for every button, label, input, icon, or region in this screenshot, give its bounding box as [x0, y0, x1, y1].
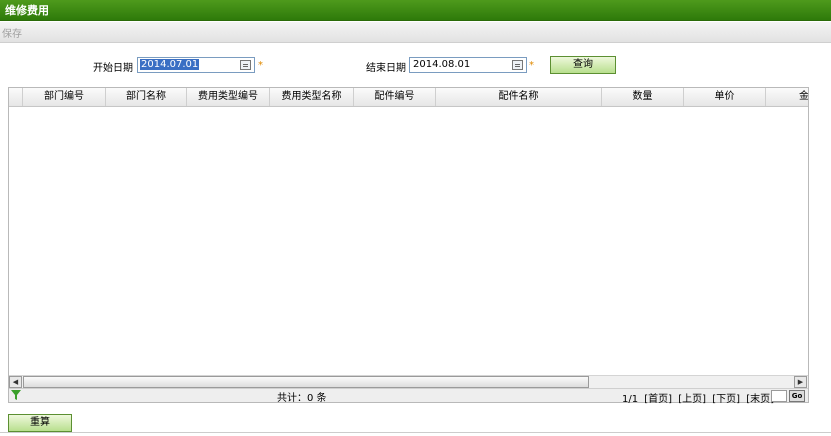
bottom-divider [0, 432, 831, 433]
filter-icon[interactable] [11, 390, 21, 400]
calendar-icon[interactable] [240, 60, 251, 70]
start-date-label: 开始日期 [93, 63, 133, 74]
pager: 1/1 [首页] [上页] [下页] [末页] [622, 390, 777, 405]
prev-page-link[interactable]: [上页] [678, 394, 706, 405]
column-quantity[interactable]: 数量 [602, 88, 684, 106]
save-button[interactable]: 保存 [2, 25, 22, 40]
toolbar: 保存 [0, 22, 831, 43]
end-date-value: 2014.08.01 [413, 59, 471, 70]
column-part-name[interactable]: 配件名称 [436, 88, 602, 106]
calendar-icon[interactable] [512, 60, 523, 70]
recalculate-button[interactable]: 重算 [8, 414, 72, 432]
end-date-field[interactable]: 2014.08.01 [409, 57, 527, 73]
record-count: 共计：0 条 [277, 393, 327, 404]
column-fee-type-name[interactable]: 费用类型名称 [270, 88, 354, 106]
page-number-input[interactable] [771, 390, 787, 402]
start-date-field[interactable]: 2014.07.01 [137, 57, 255, 73]
first-page-link[interactable]: [首页] [644, 394, 672, 405]
start-date-value: 2014.07.01 [140, 59, 200, 70]
required-mark-end: * [529, 60, 534, 71]
column-dept-name[interactable]: 部门名称 [106, 88, 187, 106]
page-info: 1/1 [622, 394, 639, 405]
grid-header: 部门编号 部门名称 费用类型编号 费用类型名称 配件编号 配件名称 数量 单价 … [9, 88, 808, 107]
scroll-left-icon[interactable]: ◀ [9, 376, 22, 388]
column-unit-price[interactable]: 单价 [684, 88, 766, 106]
column-dept-code[interactable]: 部门编号 [23, 88, 106, 106]
grid-footer: 共计：0 条 1/1 [首页] [上页] [下页] [末页] Go [9, 388, 808, 405]
query-button[interactable]: 查询 [550, 56, 616, 74]
column-fee-type-code[interactable]: 费用类型编号 [187, 88, 270, 106]
scroll-thumb[interactable] [23, 376, 589, 388]
last-page-link[interactable]: [末页] [746, 394, 774, 405]
column-amount[interactable]: 金 [766, 88, 808, 106]
next-page-link[interactable]: [下页] [712, 394, 740, 405]
horizontal-scrollbar[interactable]: ◀ ▶ [9, 375, 808, 388]
window-title: 维修费用 [0, 0, 831, 21]
column-part-code[interactable]: 配件编号 [354, 88, 436, 106]
end-date-label: 结束日期 [366, 63, 406, 74]
row-selector-header [9, 88, 23, 106]
scroll-right-icon[interactable]: ▶ [794, 376, 807, 388]
required-mark-start: * [258, 60, 263, 71]
go-button[interactable]: Go [789, 390, 805, 402]
data-grid: 部门编号 部门名称 费用类型编号 费用类型名称 配件编号 配件名称 数量 单价 … [8, 87, 809, 405]
